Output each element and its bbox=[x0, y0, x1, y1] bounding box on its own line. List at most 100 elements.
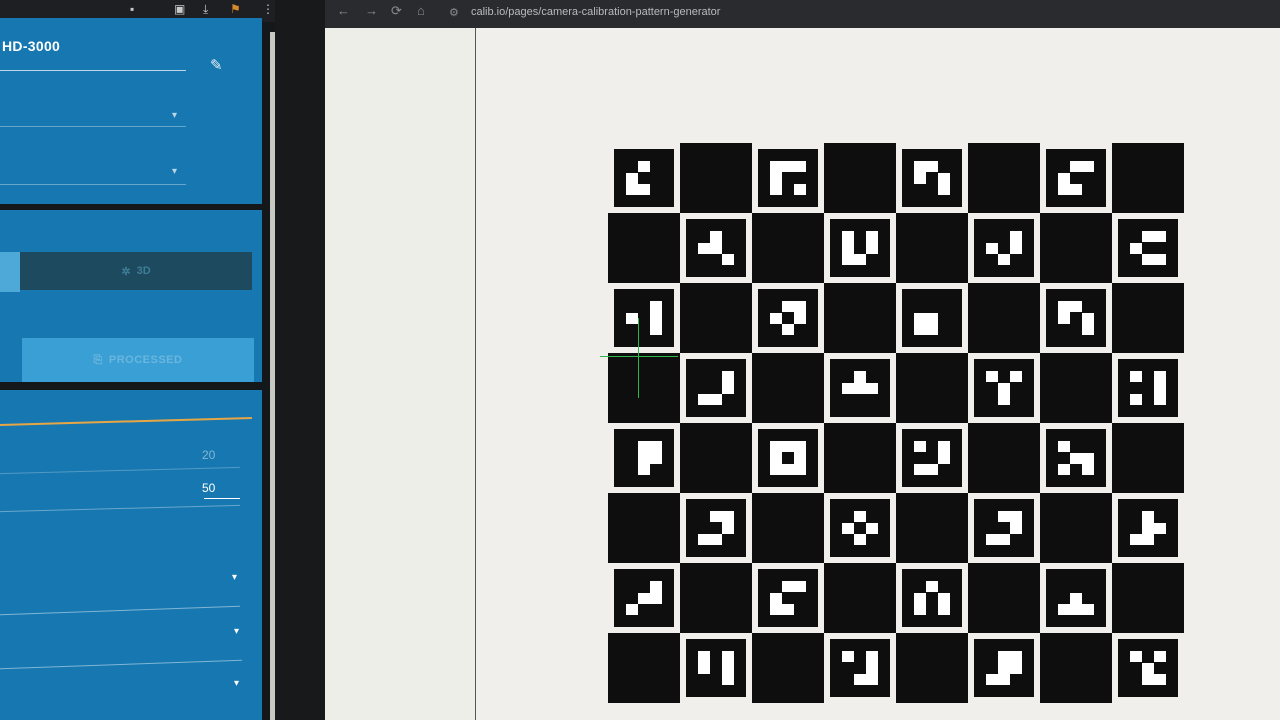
download-icon[interactable]: ⤓ bbox=[203, 2, 208, 17]
marker-bit bbox=[1130, 253, 1142, 266]
marker-bit bbox=[794, 172, 806, 184]
marker-bit bbox=[638, 603, 650, 616]
marker-bit bbox=[770, 581, 782, 593]
board-square bbox=[1040, 633, 1112, 703]
marker-bit bbox=[1130, 231, 1142, 243]
aruco-marker bbox=[608, 563, 680, 633]
marker-bit bbox=[638, 323, 650, 336]
marker-bit bbox=[1070, 323, 1082, 336]
board-square bbox=[752, 353, 824, 423]
marker-bit bbox=[1154, 533, 1166, 546]
marker-bit bbox=[1130, 662, 1142, 674]
mode-toggle[interactable] bbox=[0, 252, 20, 292]
url-text[interactable]: calib.io/pages/camera-calibration-patter… bbox=[471, 6, 720, 18]
marker-border bbox=[902, 289, 962, 347]
marker-field bbox=[842, 511, 878, 546]
reload-icon[interactable]: ⟳ bbox=[391, 3, 402, 19]
chevron-down-icon[interactable]: ▾ bbox=[232, 572, 237, 583]
marker-bit bbox=[1058, 581, 1070, 593]
marker-bit bbox=[782, 172, 794, 184]
marker-field bbox=[986, 651, 1022, 686]
forward-icon[interactable]: → bbox=[365, 3, 378, 18]
aruco-marker bbox=[1040, 563, 1112, 633]
menu-icon[interactable]: ⋮ bbox=[262, 2, 274, 16]
marker-bit bbox=[626, 581, 638, 593]
marker-bit bbox=[1142, 382, 1154, 394]
marker-border bbox=[758, 569, 818, 627]
marker-bit bbox=[938, 301, 950, 313]
crosshair-horizontal bbox=[600, 356, 678, 357]
parameters-card bbox=[0, 390, 262, 720]
marker-field bbox=[1130, 511, 1166, 546]
marker-bit bbox=[650, 172, 662, 184]
chevron-down-icon[interactable]: ▾ bbox=[234, 626, 239, 637]
marker-field bbox=[626, 301, 662, 336]
marker-border bbox=[758, 429, 818, 487]
marker-bit bbox=[1010, 673, 1022, 686]
marker-bit bbox=[1142, 393, 1154, 406]
board-square bbox=[896, 493, 968, 563]
aruco-marker bbox=[968, 493, 1040, 563]
aruco-marker bbox=[824, 353, 896, 423]
marker-bit bbox=[698, 511, 710, 523]
marker-bit bbox=[866, 393, 878, 406]
marker-bit bbox=[722, 533, 734, 546]
board-square bbox=[752, 633, 824, 703]
board-square bbox=[968, 283, 1040, 353]
aruco-marker bbox=[1112, 633, 1184, 703]
marker-field bbox=[698, 371, 734, 406]
chevron-down-icon[interactable]: ▾ bbox=[172, 166, 177, 177]
value-field-1[interactable]: 20 bbox=[202, 448, 215, 462]
marker-bit bbox=[926, 301, 938, 313]
marker-bit bbox=[938, 312, 950, 324]
notification-icon[interactable]: ⚑ bbox=[230, 2, 241, 16]
marker-bit bbox=[782, 452, 794, 464]
board-square bbox=[680, 423, 752, 493]
marker-border bbox=[686, 639, 746, 697]
tab-icon[interactable]: ▪ bbox=[130, 2, 134, 16]
board-square bbox=[680, 283, 752, 353]
back-icon[interactable]: ← bbox=[337, 3, 350, 18]
board-square bbox=[1040, 353, 1112, 423]
chevron-down-icon[interactable]: ▾ bbox=[234, 678, 239, 689]
site-info-icon[interactable]: ⚙ bbox=[449, 6, 459, 19]
chevron-down-icon[interactable]: ▾ bbox=[172, 110, 177, 121]
marker-field bbox=[1058, 441, 1094, 476]
board-square bbox=[1112, 283, 1184, 353]
board-square bbox=[824, 283, 896, 353]
marker-border bbox=[974, 359, 1034, 417]
marker-border bbox=[830, 359, 890, 417]
marker-bit bbox=[710, 371, 722, 383]
processed-button[interactable]: ⎘ PROCESSED bbox=[22, 338, 254, 382]
aruco-marker bbox=[608, 143, 680, 213]
marker-bit bbox=[1058, 592, 1070, 604]
aruco-marker bbox=[896, 143, 968, 213]
marker-bit bbox=[854, 662, 866, 674]
edit-icon[interactable]: ✎ bbox=[210, 56, 232, 78]
board-square bbox=[968, 563, 1040, 633]
marker-field bbox=[626, 441, 662, 476]
home-icon[interactable]: ⌂ bbox=[417, 3, 425, 18]
marker-bit bbox=[782, 312, 794, 324]
camera-select[interactable]: HD-3000 bbox=[2, 38, 60, 54]
marker-bit bbox=[938, 323, 950, 336]
3d-button[interactable]: ✲ 3D bbox=[20, 252, 252, 290]
board-square bbox=[752, 213, 824, 283]
value-field-2[interactable]: 50 bbox=[202, 481, 215, 495]
marker-bit bbox=[1142, 651, 1154, 663]
marker-field bbox=[1058, 301, 1094, 336]
marker-bit bbox=[782, 183, 794, 196]
marker-bit bbox=[1070, 463, 1082, 476]
marker-bit bbox=[986, 231, 998, 243]
board-square bbox=[680, 563, 752, 633]
marker-bit bbox=[926, 452, 938, 464]
aruco-marker bbox=[896, 423, 968, 493]
marker-bit bbox=[1082, 441, 1094, 453]
marker-border bbox=[1046, 569, 1106, 627]
marker-border bbox=[614, 429, 674, 487]
aruco-marker bbox=[1112, 213, 1184, 283]
extension-icon[interactable]: ▣ bbox=[174, 2, 185, 16]
board-square bbox=[752, 493, 824, 563]
marker-field bbox=[770, 441, 806, 475]
marker-field bbox=[842, 231, 878, 266]
